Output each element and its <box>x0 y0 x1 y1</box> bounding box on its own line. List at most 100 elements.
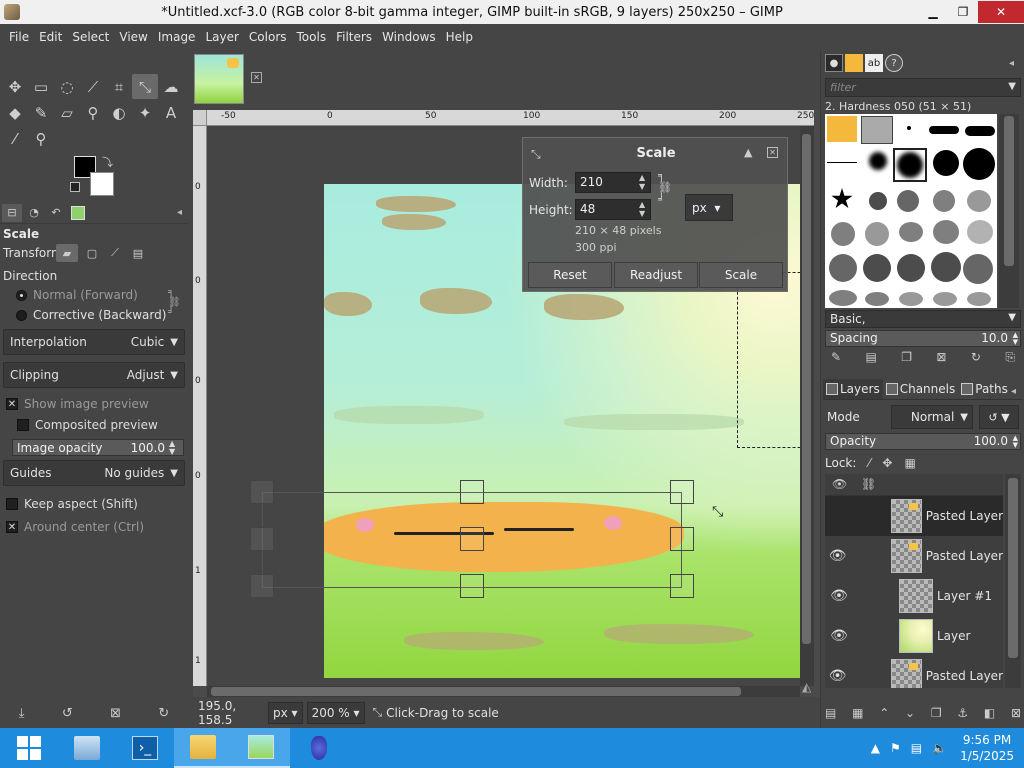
delete-options-icon[interactable]: ⊠ <box>110 706 121 721</box>
help-tab-icon[interactable]: ? <box>885 54 903 72</box>
horizontal-scrollbar[interactable] <box>207 686 800 697</box>
gimp-taskbar-button[interactable] <box>232 728 290 768</box>
dock-menu-icon[interactable]: ◂ <box>1011 386 1016 397</box>
menu-colors[interactable]: Colors <box>244 30 292 44</box>
crop-tool-icon[interactable]: ⌗ <box>106 74 132 99</box>
lower-layer-icon[interactable]: ⌄ <box>905 706 915 724</box>
eye-icon[interactable]: 👁 <box>825 668 850 684</box>
brush-scrollbar[interactable] <box>999 114 1019 308</box>
scale-handle-center[interactable] <box>460 527 484 551</box>
network-icon[interactable]: ▤ <box>911 741 922 755</box>
background-color-swatch[interactable] <box>90 172 114 196</box>
scale-handle-bottom-left[interactable] <box>250 574 274 598</box>
new-layer-group-icon[interactable]: ▦ <box>852 706 863 724</box>
lasso-tool-icon[interactable]: ◌ <box>54 74 80 99</box>
action-center-icon[interactable]: ⚑ <box>890 741 901 755</box>
transform-image-icon[interactable]: ▤ <box>127 244 149 262</box>
volume-icon[interactable]: 🔈 <box>932 741 947 755</box>
layer-row[interactable]: 👁 Pasted Layer <box>825 656 1003 688</box>
menu-select[interactable]: Select <box>67 30 114 44</box>
zoom-tool-icon[interactable]: ⚲ <box>28 126 54 151</box>
menu-filters[interactable]: Filters <box>331 30 377 44</box>
lock-position-icon[interactable]: ✥ <box>882 456 892 470</box>
restore-options-icon[interactable]: ↺ <box>62 706 73 721</box>
dialog-close-icon[interactable]: ✕ <box>767 147 778 158</box>
unit-combo[interactable]: px ▾ <box>268 701 303 724</box>
layer-mode-combo[interactable]: Normal ▼ <box>891 405 973 429</box>
fonts-tab-icon[interactable]: ab <box>865 54 883 72</box>
direction-normal-radio[interactable]: Normal (Forward) <box>16 288 138 302</box>
restore-button[interactable]: ❐ <box>948 1 978 23</box>
scale-handle-bottom-right[interactable] <box>670 574 694 598</box>
scale-button[interactable]: Scale <box>699 262 783 288</box>
zoom-combo[interactable]: 200 % ▾ <box>306 701 365 724</box>
dialog-collapse-icon[interactable]: ▲ <box>744 146 752 159</box>
scale-handle-top[interactable] <box>460 480 484 504</box>
duplicate-layer-icon[interactable]: ❐ <box>931 706 942 724</box>
layer-row[interactable]: 👁 Layer <box>825 616 1003 656</box>
new-brush-icon[interactable]: ▤ <box>865 350 876 368</box>
brush-filter-input[interactable]: filter ▼ <box>825 78 1021 97</box>
save-options-icon[interactable]: ⤓ <box>19 706 25 721</box>
layer-row[interactable]: Pasted Layer <box>825 496 1003 536</box>
eye-icon[interactable]: 👁 <box>825 588 853 604</box>
layer-row[interactable]: 👁 Layer #1 <box>825 576 1003 616</box>
images-tab-icon[interactable] <box>68 204 88 222</box>
around-center-checkbox[interactable]: ✕ Around center (Ctrl) <box>6 520 144 534</box>
patterns-tab-icon[interactable] <box>845 54 863 72</box>
menu-view[interactable]: View <box>114 30 152 44</box>
transform-path-icon[interactable]: ⟋ <box>104 244 126 262</box>
open-brush-icon[interactable]: ⎘ <box>1005 350 1015 368</box>
layer-row[interactable]: 👁 Pasted Layer <box>825 536 1003 576</box>
tab-channels[interactable]: Channels <box>883 379 959 399</box>
refresh-brushes-icon[interactable]: ↻ <box>971 350 981 368</box>
transform-layer-icon[interactable]: ▰ <box>56 244 78 262</box>
start-button[interactable] <box>0 728 58 768</box>
brush-spacing-slider[interactable]: Spacing 10.0 ▲ ▼ <box>825 330 1021 347</box>
layer-mask-icon[interactable]: ◧ <box>984 706 995 724</box>
menu-help[interactable]: Help <box>441 30 478 44</box>
lock-pixels-icon[interactable]: ⁄ <box>868 456 870 470</box>
interpolation-combo[interactable]: Interpolation Cubic ▼ <box>3 329 185 355</box>
tab-layers[interactable]: Layers <box>823 378 883 399</box>
layer-opacity-slider[interactable]: Opacity 100.0 ▲ ▼ <box>825 433 1021 450</box>
tab-paths[interactable]: Paths <box>958 379 1011 399</box>
swap-colors-icon[interactable]: ⤵ <box>102 154 113 170</box>
fg-bg-colors[interactable]: ⤵ <box>70 154 120 196</box>
device-status-tab-icon[interactable]: ◔ <box>24 204 44 222</box>
chain-link-icon[interactable]: ╕ ⛓ ╛ <box>658 170 672 206</box>
lock-alpha-icon[interactable]: ▦ <box>904 456 915 470</box>
app-taskbar-button[interactable] <box>290 728 348 768</box>
text-tool-icon[interactable]: A <box>158 100 184 125</box>
new-layer-icon[interactable]: ▤ <box>825 706 836 724</box>
menu-layer[interactable]: Layer <box>200 30 243 44</box>
anchor-layer-icon[interactable]: ⚓ <box>957 706 968 724</box>
show-hidden-icons-icon[interactable]: ▲ <box>871 741 880 755</box>
server-manager-taskbar-button[interactable] <box>58 728 116 768</box>
panel-menu-icon[interactable]: ◂ <box>177 207 182 218</box>
menu-windows[interactable]: Windows <box>377 30 441 44</box>
vertical-ruler[interactable]: 0 0 0 0 1 1 <box>193 126 207 686</box>
brush-tag-combo[interactable]: Basic, ▼ <box>825 310 1021 328</box>
direction-corrective-radio[interactable]: Corrective (Backward) <box>16 308 166 322</box>
scale-tool-icon[interactable]: ⤡ <box>132 74 158 99</box>
dock-menu-icon[interactable]: ◂ <box>1009 58 1014 69</box>
duplicate-brush-icon[interactable]: ❐ <box>901 350 912 368</box>
height-spin-icon[interactable]: ▲ ▼ <box>639 200 651 218</box>
smudge-tool-icon[interactable]: ◐ <box>106 100 132 125</box>
eye-icon[interactable]: 👁 <box>825 548 850 564</box>
dodge-tool-icon[interactable]: ✦ <box>132 100 158 125</box>
fuzzy-select-tool-icon[interactable]: ⟋ <box>80 74 106 99</box>
raise-layer-icon[interactable]: ⌃ <box>879 706 889 724</box>
eraser-tool-icon[interactable]: ▱ <box>54 100 80 125</box>
brush-grid[interactable] <box>825 114 997 308</box>
transform-selection-icon[interactable]: ▢ <box>81 244 103 262</box>
guides-combo[interactable]: Guides No guides ▼ <box>3 460 185 486</box>
quick-mask-toggle[interactable] <box>193 110 207 126</box>
file-explorer-taskbar-button[interactable] <box>174 728 232 768</box>
powershell-taskbar-button[interactable]: ›_ <box>116 728 174 768</box>
layers-scrollbar[interactable] <box>1005 474 1021 688</box>
composited-preview-checkbox[interactable]: Composited preview <box>17 418 158 432</box>
color-picker-tool-icon[interactable]: ⁄ <box>2 126 28 151</box>
rect-select-tool-icon[interactable]: ▭ <box>28 74 54 99</box>
